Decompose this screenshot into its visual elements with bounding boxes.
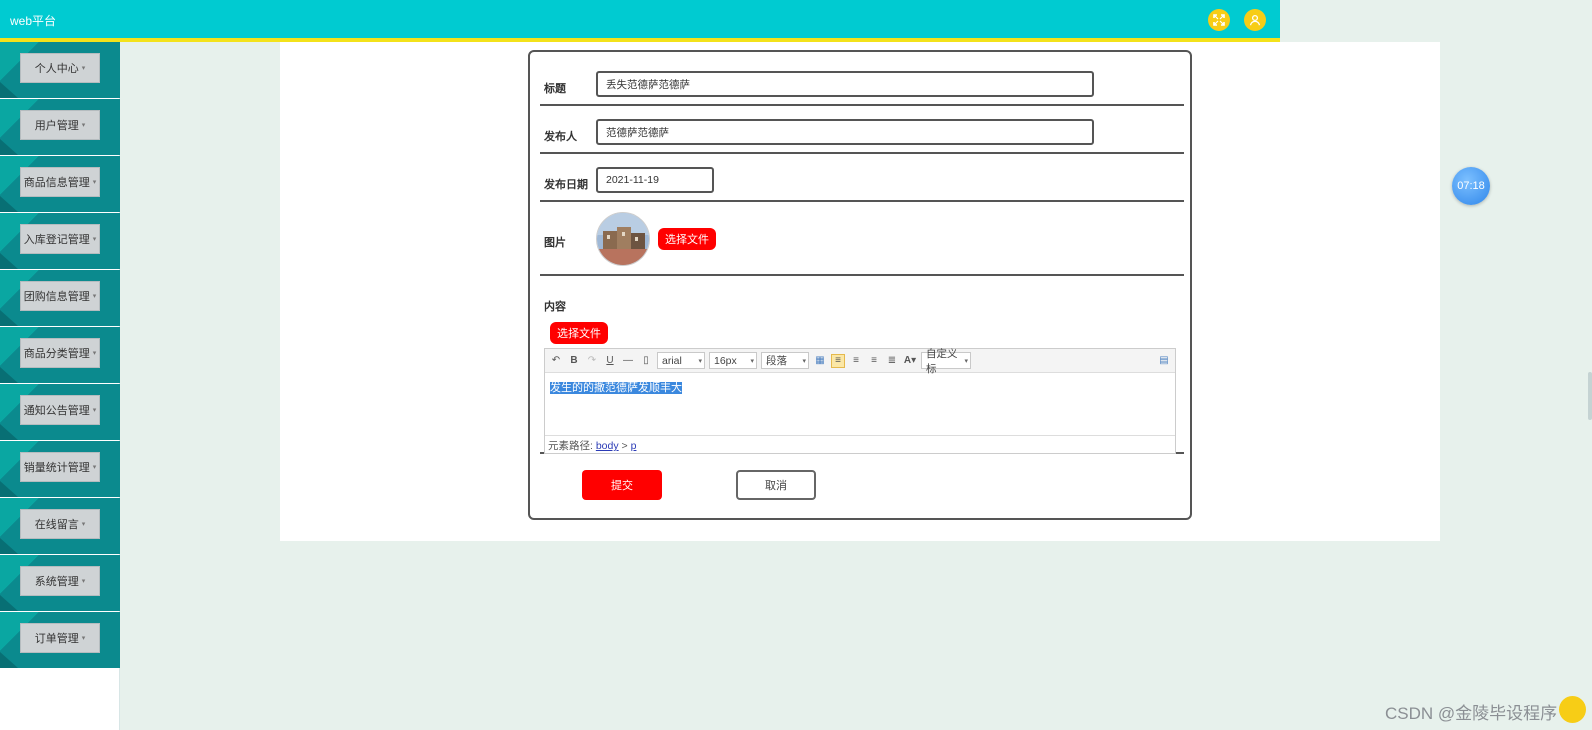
form-row-date: 发布日期 2021-11-19 <box>540 154 1184 202</box>
form-row-publisher: 发布人 范德萨范德萨 <box>540 106 1184 154</box>
image-label: 图片 <box>544 237 566 249</box>
align-justify-icon[interactable]: ≣ <box>885 354 899 368</box>
path-body-link[interactable]: body <box>596 440 619 452</box>
redo-icon[interactable]: ↷ <box>585 354 599 368</box>
custom-title-select[interactable]: 自定义标 ▾ <box>921 348 971 375</box>
date-label: 发布日期 <box>544 179 588 191</box>
paragraph-select[interactable]: 段落 ▾ <box>761 352 809 369</box>
path-p-link[interactable]: p <box>631 440 637 452</box>
fullscreen-button[interactable] <box>1208 9 1230 31</box>
source-code-icon[interactable]: ▤ <box>1157 354 1171 368</box>
chevron-down-icon: ▾ <box>81 65 86 72</box>
sidebar-item-sales-stats: 销量统计管理 ▾ <box>0 441 120 497</box>
publisher-label: 发布人 <box>544 131 577 143</box>
sidebar-item-products: 商品信息管理 ▾ <box>0 156 120 212</box>
sidebar-button-notices[interactable]: 通知公告管理 ▾ <box>20 395 100 425</box>
sidebar-button-users[interactable]: 用户管理 ▾ <box>20 110 100 140</box>
sidebar-button-stock-in[interactable]: 入库登记管理 ▾ <box>20 224 100 254</box>
sidebar-item-notices: 通知公告管理 ▾ <box>0 384 120 440</box>
chevron-down-icon: ▾ <box>92 179 97 186</box>
cancel-button[interactable]: 取消 <box>736 470 816 500</box>
sidebar-button-messages[interactable]: 在线留言 ▾ <box>20 509 100 539</box>
sidebar-button-group-buy[interactable]: 团购信息管理 ▾ <box>20 281 100 311</box>
font-size-select[interactable]: 16px ▾ <box>709 352 757 369</box>
sidebar-item-orders: 订单管理 ▾ <box>0 612 120 668</box>
top-header: web平台 <box>0 0 1280 38</box>
chevron-down-icon: ▾ <box>92 350 97 357</box>
sidebar-button-system[interactable]: 系统管理 ▾ <box>20 566 100 596</box>
editor-content[interactable]: 发生的的撒范德萨发顺丰大 <box>545 373 1175 435</box>
user-icon <box>1249 14 1261 26</box>
image-preview <box>596 212 650 266</box>
title-input[interactable]: 丢失范德萨范德萨 <box>596 71 1094 97</box>
sidebar-button-orders[interactable]: 订单管理 ▾ <box>20 623 100 653</box>
chevron-down-icon: ▾ <box>92 464 97 471</box>
chevron-down-icon: ▾ <box>81 635 86 642</box>
font-color-icon[interactable]: A▾ <box>903 354 917 368</box>
title-label: 标题 <box>544 83 566 95</box>
table-icon[interactable]: ▦ <box>813 354 827 368</box>
notice-form: 标题 丢失范德萨范德萨 发布人 范德萨范德萨 发布日期 2021-11-19 图… <box>528 50 1192 520</box>
editor-toolbar: ↶ B ↷ U — ▯ arial ▾ 16px ▾ 段落 ▾ ▦ ≡ ≡ ≡ ≣ A… <box>545 348 1175 375</box>
floating-clock[interactable]: 07:18 <box>1452 167 1490 205</box>
form-row-image: 图片 选择文件 <box>540 202 1184 276</box>
horizontal-rule-icon[interactable]: — <box>621 354 635 368</box>
chevron-down-icon: ▾ <box>81 578 86 585</box>
watermark-badge <box>1559 696 1586 723</box>
bold-icon[interactable]: B <box>567 354 581 368</box>
underline-icon[interactable]: U <box>603 354 617 368</box>
publisher-input[interactable]: 范德萨范德萨 <box>596 119 1094 145</box>
sidebar: 个人中心 ▾ 用户管理 ▾ 商品信息管理 ▾ 入库登记管理 ▾ 团购信息管理 ▾ 商品分类… <box>0 42 120 730</box>
editor-text: 发生的的撒范德萨发顺丰大 <box>550 382 682 394</box>
sidebar-item-users: 用户管理 ▾ <box>0 99 120 155</box>
sidebar-item-messages: 在线留言 ▾ <box>0 498 120 554</box>
sidebar-item-personal-center: 个人中心 ▾ <box>0 42 120 98</box>
font-family-select[interactable]: arial ▾ <box>657 352 705 369</box>
chevron-down-icon: ▾ <box>81 122 86 129</box>
content-upload-button[interactable]: 选择文件 <box>550 322 608 344</box>
path-separator: > <box>621 440 628 452</box>
sidebar-button-personal-center[interactable]: 个人中心 ▾ <box>20 53 100 83</box>
fullscreen-icon <box>1213 14 1225 26</box>
undo-icon[interactable]: ↶ <box>549 354 563 368</box>
chevron-down-icon: ▾ <box>750 357 754 365</box>
align-center-icon[interactable]: ≡ <box>849 354 863 368</box>
app-title: web平台 <box>10 14 57 28</box>
sidebar-item-group-buy: 团购信息管理 ▾ <box>0 270 120 326</box>
date-input[interactable]: 2021-11-19 <box>596 167 714 193</box>
chevron-down-icon: ▾ <box>92 407 97 414</box>
sidebar-item-system: 系统管理 ▾ <box>0 555 120 611</box>
image-upload-button[interactable]: 选择文件 <box>658 228 716 250</box>
editor-statusbar: 元素路径: body > p <box>545 435 1175 453</box>
sidebar-button-products[interactable]: 商品信息管理 ▾ <box>20 167 100 197</box>
chevron-down-icon: ▾ <box>81 521 86 528</box>
clear-format-icon[interactable]: ▯ <box>639 354 653 368</box>
chevron-down-icon: ▾ <box>92 293 97 300</box>
user-button[interactable] <box>1244 9 1266 31</box>
rich-text-editor: ↶ B ↷ U — ▯ arial ▾ 16px ▾ 段落 ▾ ▦ ≡ ≡ ≡ ≣ A… <box>544 348 1176 454</box>
side-drawer-handle[interactable] <box>1588 372 1592 420</box>
watermark: CSDN @金陵毕设程序 <box>1385 704 1558 723</box>
align-left-icon[interactable]: ≡ <box>831 353 845 368</box>
form-row-title: 标题 丢失范德萨范德萨 <box>540 52 1184 106</box>
element-path-label: 元素路径: <box>548 440 593 452</box>
chevron-down-icon: ▾ <box>92 236 97 243</box>
content-label: 内容 <box>544 301 566 313</box>
sidebar-button-sales-stats[interactable]: 销量统计管理 ▾ <box>20 452 100 482</box>
submit-button[interactable]: 提交 <box>582 470 662 500</box>
chevron-down-icon: ▾ <box>802 357 806 365</box>
sidebar-button-categories[interactable]: 商品分类管理 ▾ <box>20 338 100 368</box>
sidebar-item-categories: 商品分类管理 ▾ <box>0 327 120 383</box>
chevron-down-icon: ▾ <box>964 357 968 365</box>
chevron-down-icon: ▾ <box>698 357 702 365</box>
sidebar-item-stock-in: 入库登记管理 ▾ <box>0 213 120 269</box>
align-right-icon[interactable]: ≡ <box>867 354 881 368</box>
